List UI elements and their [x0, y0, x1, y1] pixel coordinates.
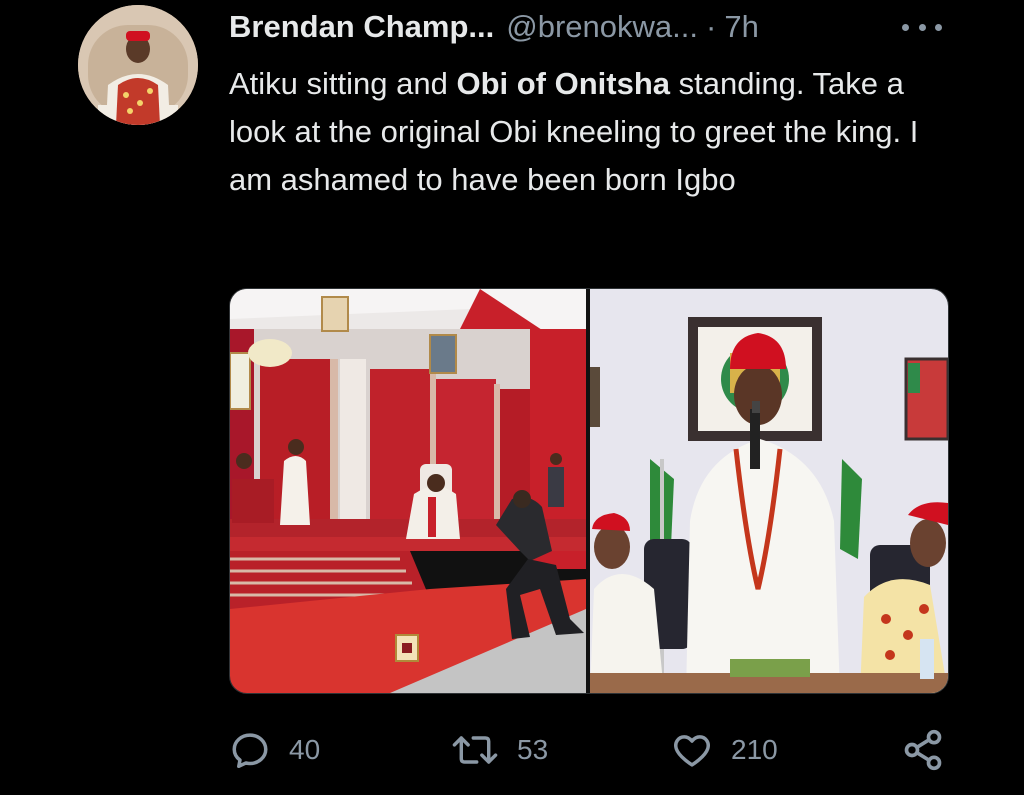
- reply-count: 40: [289, 734, 321, 765]
- reply-icon: [232, 733, 268, 769]
- like-count: 210: [731, 734, 778, 765]
- retweet-icon: [452, 736, 498, 764]
- more-options-icon[interactable]: [902, 12, 942, 42]
- tweet-text-bold: Obi of Onitsha: [456, 66, 671, 101]
- tweet-text: Atiku sitting and Obi of Onitsha standin…: [229, 60, 969, 204]
- more-dot: [918, 23, 926, 31]
- tweet-time[interactable]: 7h: [724, 9, 758, 45]
- more-dot: [902, 23, 909, 31]
- author-handle[interactable]: @brenokwa...: [506, 9, 698, 45]
- media-photo-right[interactable]: [590, 289, 948, 693]
- reply-button[interactable]: 40: [229, 722, 320, 778]
- tweet-actions: 40 53 210: [229, 722, 949, 778]
- share-icon: [904, 729, 942, 771]
- heart-icon: [674, 735, 710, 767]
- more-dot: [935, 23, 942, 31]
- avatar-photo: [78, 5, 198, 125]
- author-name[interactable]: Brendan Champ...: [229, 9, 494, 45]
- share-button[interactable]: [901, 722, 945, 778]
- like-button[interactable]: 210: [671, 722, 778, 778]
- tweet-text-part1: Atiku sitting and: [229, 66, 457, 101]
- media-photo-left[interactable]: [230, 289, 586, 693]
- throne-room-photo: [230, 289, 586, 693]
- author-avatar[interactable]: [78, 5, 198, 125]
- speaker-photo: [590, 289, 948, 693]
- tweet-header: Brendan Champ... @brenokwa... · 7h: [229, 4, 759, 50]
- header-separator: ·: [706, 9, 717, 44]
- retweet-count: 53: [517, 734, 549, 765]
- tweet-media[interactable]: [229, 288, 949, 694]
- tweet[interactable]: Brendan Champ... @brenokwa... · 7h Atiku…: [0, 0, 1024, 795]
- retweet-button[interactable]: 53: [451, 722, 548, 778]
